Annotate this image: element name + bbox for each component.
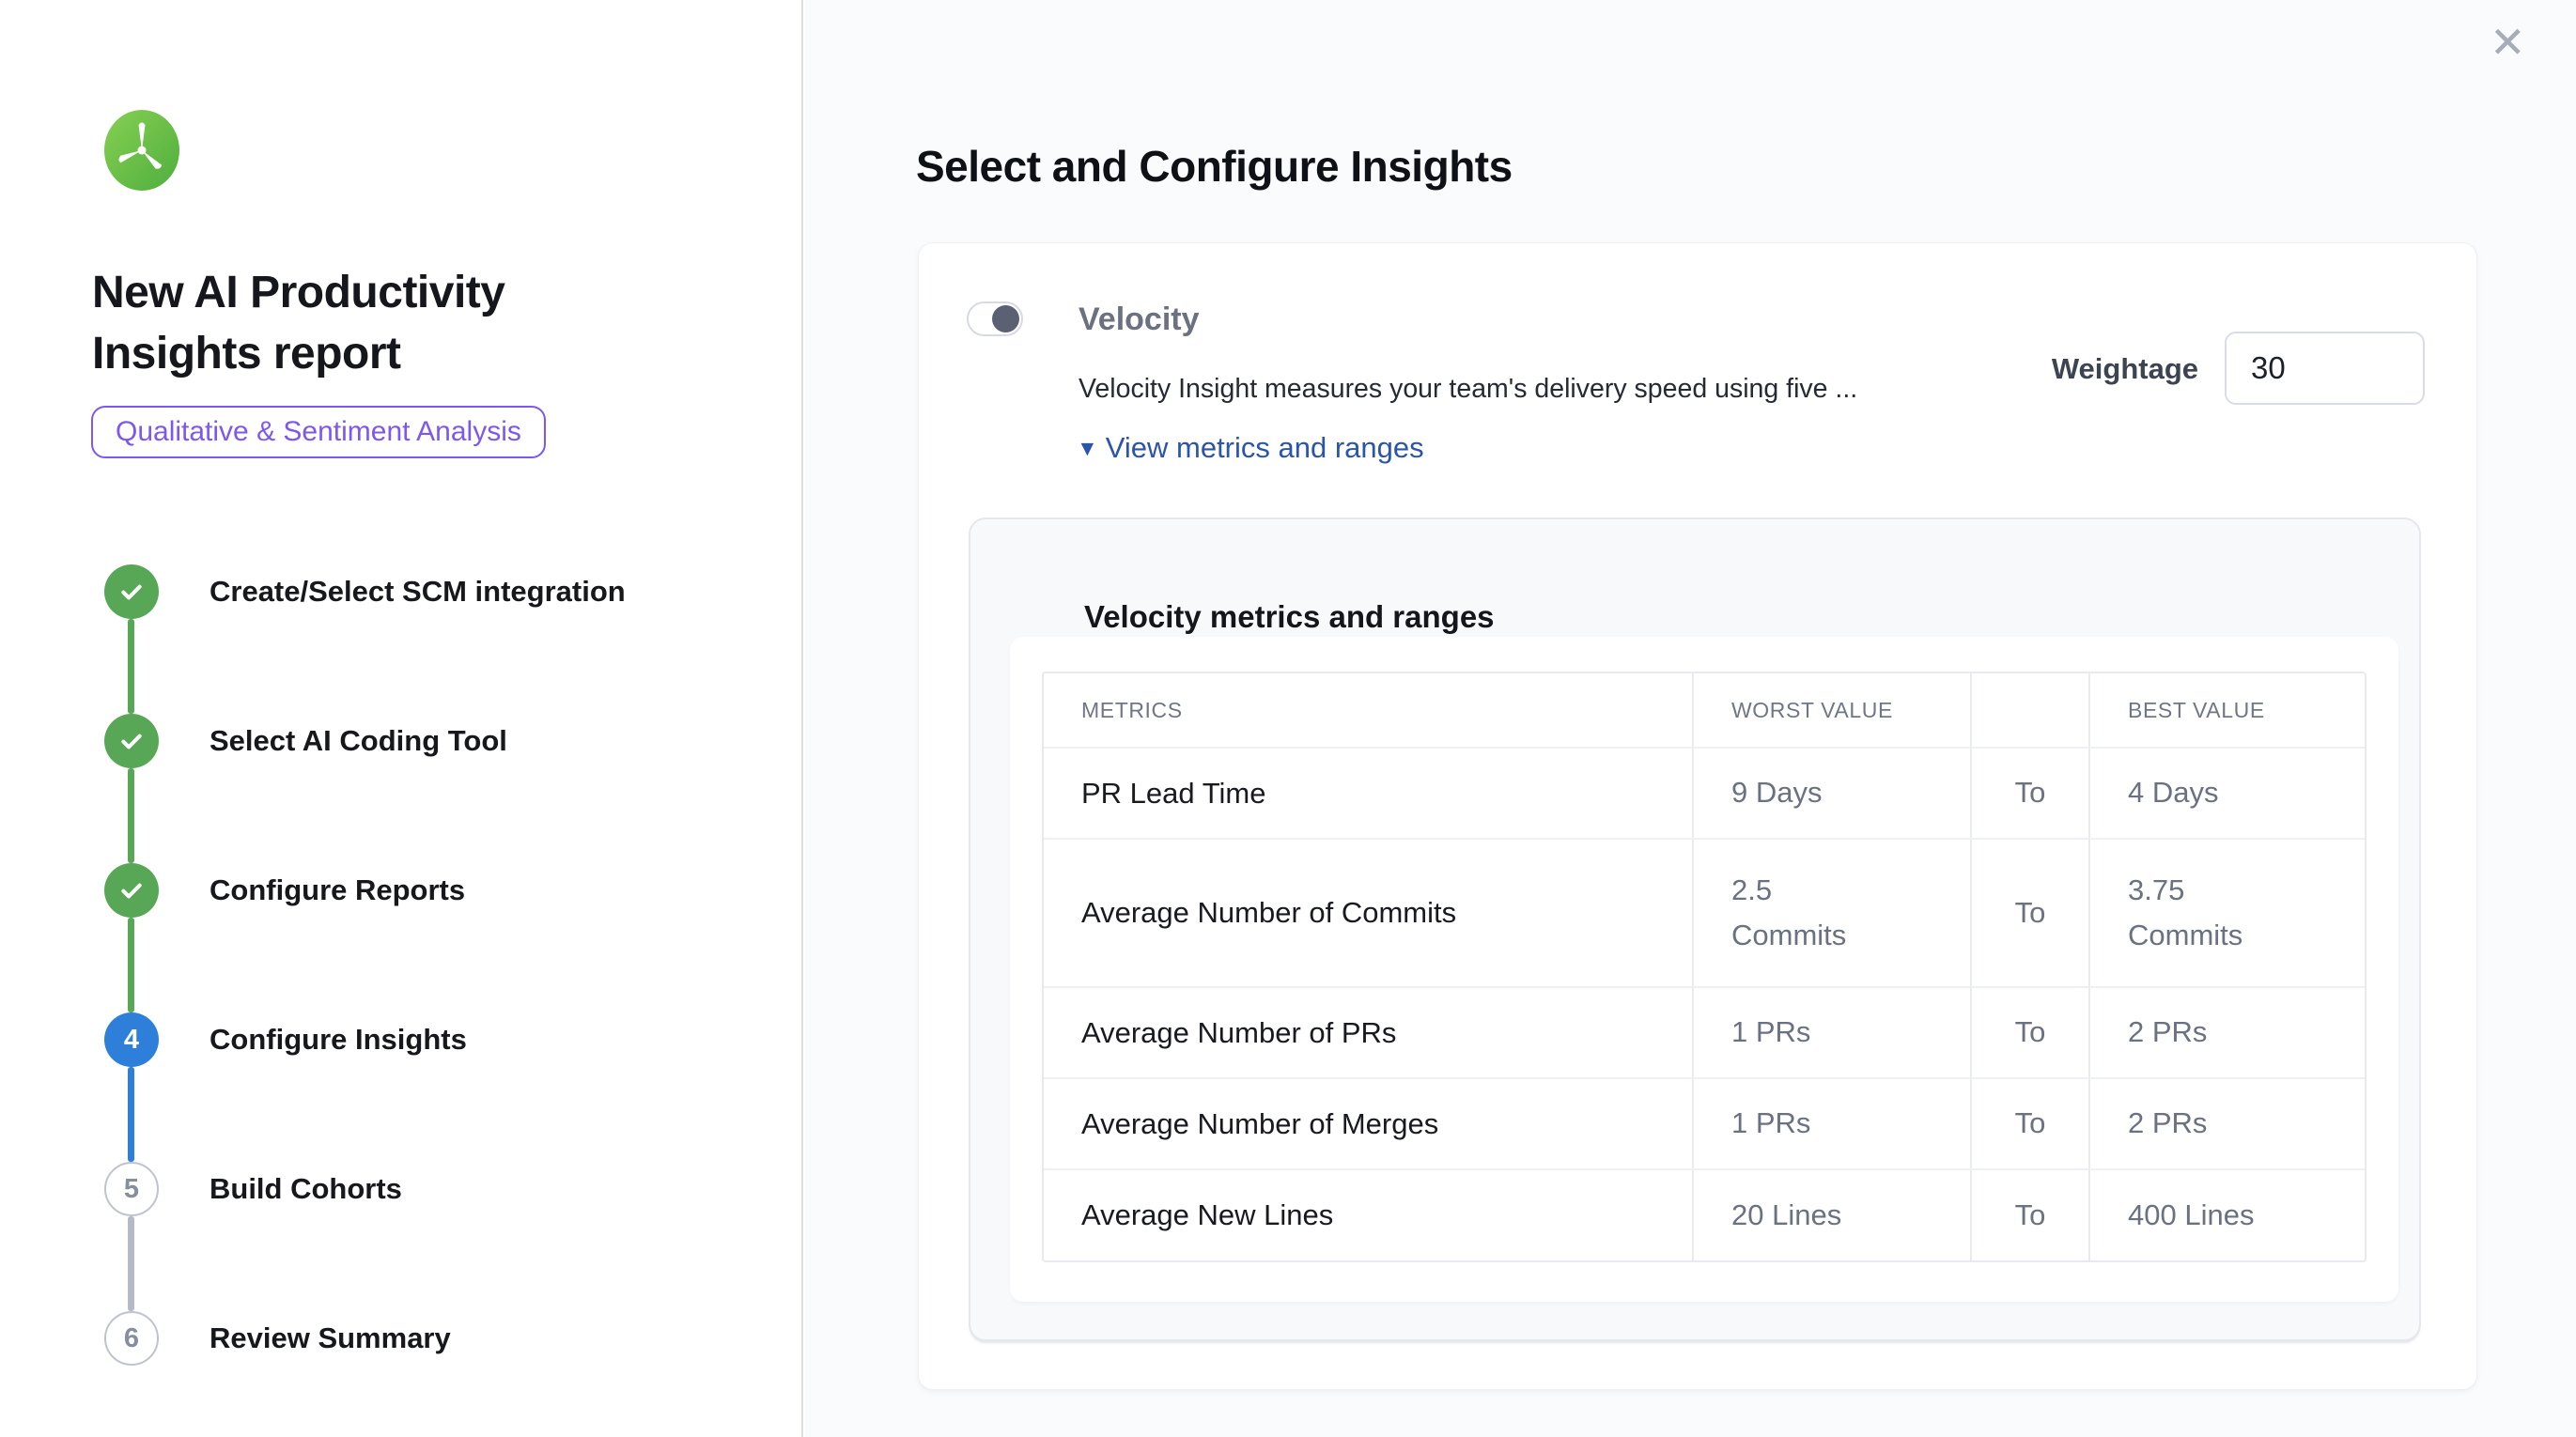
metrics-panel-title: Velocity metrics and ranges <box>1084 599 1495 635</box>
to-cell: To <box>1970 986 2088 1077</box>
step-number: 4 <box>124 1025 139 1056</box>
best-value-cell: 3.75 Commits <box>2088 838 2365 986</box>
weightage-input[interactable] <box>2225 332 2425 405</box>
step-number: 5 <box>124 1174 139 1205</box>
velocity-metrics-panel: Velocity metrics and ranges METRICS WORS… <box>969 518 2421 1341</box>
step-connector <box>128 1067 134 1162</box>
step-number: 6 <box>124 1323 139 1354</box>
toggle-knob-icon <box>992 305 1019 332</box>
column-header-metrics: METRICS <box>1044 673 1692 747</box>
to-cell: To <box>1970 1077 2088 1168</box>
check-icon <box>116 577 147 607</box>
step-label: Configure Reports <box>209 873 465 907</box>
step-connector <box>128 918 134 1012</box>
worst-value-cell: 2.5 Commits <box>1692 838 1970 986</box>
check-icon <box>116 875 147 905</box>
to-cell: To <box>1970 838 2088 986</box>
to-cell: To <box>1970 1168 2088 1260</box>
step-indicator <box>104 863 159 918</box>
step-indicator: 6 <box>104 1311 159 1366</box>
step-indicator: 5 <box>104 1162 159 1216</box>
step-connector <box>128 768 134 863</box>
triangle-down-icon: ▼ <box>1077 438 1098 459</box>
insight-name: Velocity <box>1079 301 1200 338</box>
metric-name-cell: Average Number of PRs <box>1044 986 1692 1077</box>
worst-value-cell: 1 PRs <box>1692 986 1970 1077</box>
step-indicator <box>104 714 159 768</box>
column-header-best-value: BEST VALUE <box>2088 673 2365 747</box>
step-label: Build Cohorts <box>209 1172 402 1206</box>
metric-name-cell: Average Number of Commits <box>1044 838 1692 986</box>
new-report-wizard: New AI Productivity Insights report Qual… <box>0 0 2576 1437</box>
stepper-step[interactable]: Configure Reports <box>104 863 465 918</box>
step-label: Configure Insights <box>209 1023 467 1057</box>
step-label: Create/Select SCM integration <box>209 575 626 609</box>
stepper-step[interactable]: 5 Build Cohorts <box>104 1162 402 1216</box>
step-indicator: 4 <box>104 1012 159 1067</box>
best-value-cell: 2 PRs <box>2088 986 2365 1077</box>
insight-description: Velocity Insight measures your team's de… <box>1079 374 1857 405</box>
metric-name-cell: Average Number of Merges <box>1044 1077 1692 1168</box>
stepper-step[interactable]: Select AI Coding Tool <box>104 714 507 768</box>
view-metrics-link[interactable]: ▼ View metrics and ranges <box>1077 431 1424 465</box>
metrics-table: METRICS WORST VALUE BEST VALUE PR Lead T… <box>1042 672 2367 1262</box>
velocity-toggle[interactable] <box>967 301 1023 336</box>
stepper-step[interactable]: 6 Review Summary <box>104 1311 451 1366</box>
weightage-label: Weightage <box>2052 352 2198 386</box>
stepper-step[interactable]: Create/Select SCM integration <box>104 564 626 619</box>
wizard-sidebar: New AI Productivity Insights report Qual… <box>0 0 803 1437</box>
wizard-stepper: Create/Select SCM integration Select AI … <box>0 0 803 1437</box>
metric-name-cell: PR Lead Time <box>1044 747 1692 838</box>
step-indicator <box>104 564 159 619</box>
worst-value-cell: 20 Lines <box>1692 1168 1970 1260</box>
step-connector <box>128 1216 134 1311</box>
step-connector <box>128 619 134 714</box>
velocity-insight-card: Velocity Velocity Insight measures your … <box>918 242 2477 1390</box>
stepper-step[interactable]: 4 Configure Insights <box>104 1012 467 1067</box>
step-label: Select AI Coding Tool <box>209 724 507 758</box>
configure-insights-panel: ✕ Select and Configure Insights Velocity… <box>805 0 2576 1437</box>
column-header-worst-value: WORST VALUE <box>1692 673 1970 747</box>
best-value-cell: 400 Lines <box>2088 1168 2365 1260</box>
metrics-table-card: METRICS WORST VALUE BEST VALUE PR Lead T… <box>1010 637 2398 1302</box>
view-metrics-label: View metrics and ranges <box>1106 431 1424 465</box>
panel-title: Select and Configure Insights <box>916 141 1513 192</box>
column-header-spacer <box>1970 673 2088 747</box>
step-label: Review Summary <box>209 1321 451 1355</box>
metric-name-cell: Average New Lines <box>1044 1168 1692 1260</box>
worst-value-cell: 1 PRs <box>1692 1077 1970 1168</box>
worst-value-cell: 9 Days <box>1692 747 1970 838</box>
close-icon[interactable]: ✕ <box>2490 21 2526 64</box>
best-value-cell: 2 PRs <box>2088 1077 2365 1168</box>
best-value-cell: 4 Days <box>2088 747 2365 838</box>
check-icon <box>116 726 147 756</box>
to-cell: To <box>1970 747 2088 838</box>
